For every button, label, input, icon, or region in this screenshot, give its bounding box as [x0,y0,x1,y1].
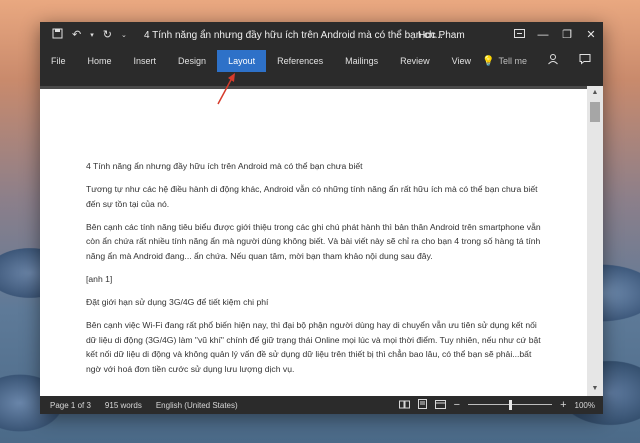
tab-mailings[interactable]: Mailings [334,50,389,72]
document-page[interactable]: 4 Tính năng ẩn nhưng đầy hữu ích trên An… [40,89,587,396]
restore-icon[interactable]: ❐ [555,22,579,48]
tab-insert[interactable]: Insert [123,50,168,72]
tab-layout[interactable]: Layout [217,50,267,72]
paragraph-2: Bên cạnh các tính năng tiêu biểu được gi… [86,221,541,261]
tab-review[interactable]: Review [389,50,441,72]
document-title: 4 Tính năng ẩn nhưng đầy hữu ích trên An… [144,30,443,41]
comment-icon[interactable] [579,53,591,68]
ribbon-tabs: File Home Insert Design Layout Reference… [40,48,603,74]
tab-view[interactable]: View [441,50,482,72]
vertical-scrollbar[interactable]: ▲ ▼ [587,86,603,396]
user-name[interactable]: Hoc Pham [418,30,465,41]
close-icon[interactable]: ✕ [579,22,603,48]
share-icon[interactable] [547,53,559,68]
word-window: ↶ ▾ ↻ ⌄ 4 Tính năng ẩn nhưng đầy hữu ích… [40,22,603,414]
ribbon-right-actions [547,53,591,68]
customize-dropdown-icon[interactable]: ▾ [90,32,94,39]
image-placeholder: [anh 1] [86,274,113,285]
save-icon[interactable] [52,28,63,42]
document-area: 4 Tính năng ẩn nhưng đầy hữu ích trên An… [40,86,603,396]
scroll-down-icon[interactable]: ▼ [587,382,603,396]
zoom-out-button[interactable]: − [454,399,460,411]
title-bar: ↶ ▾ ↻ ⌄ 4 Tính năng ẩn nhưng đầy hữu ích… [40,22,603,48]
quick-access-toolbar: ↶ ▾ ↻ ⌄ [40,28,127,42]
language-status[interactable]: English (United States) [156,401,238,410]
print-layout-icon[interactable] [417,399,427,411]
document-heading: 4 Tính năng ẩn nhưng đầy hữu ích trên An… [86,161,363,171]
minimize-icon[interactable]: — [531,22,555,48]
zoom-slider-knob[interactable] [508,400,512,410]
page-content[interactable]: 4 Tính năng ẩn nhưng đầy hữu ích trên An… [86,159,541,385]
ribbon-display-icon[interactable] [507,22,531,48]
chevron-down-icon[interactable]: ⌄ [121,32,127,39]
annotation-arrow-icon [217,73,235,105]
section-heading: Đặt giới hạn sử dụng 3G/4G để tiết kiệm … [86,297,269,308]
tab-design[interactable]: Design [167,50,217,72]
tab-file[interactable]: File [40,50,77,72]
word-count[interactable]: 915 words [105,401,142,410]
tab-home[interactable]: Home [77,50,123,72]
scroll-up-icon[interactable]: ▲ [587,86,603,100]
zoom-slider[interactable] [468,400,553,410]
undo-icon[interactable]: ↶ [72,29,81,41]
tab-references[interactable]: References [266,50,334,72]
redo-icon[interactable]: ↻ [103,29,112,41]
status-bar: Page 1 of 3 915 words English (United St… [40,396,603,414]
tell-me-label: Tell me [498,56,527,66]
web-layout-icon[interactable] [434,399,446,411]
status-right: − + 100% [398,396,595,414]
zoom-in-button[interactable]: + [560,399,566,411]
paragraph-3: Bên cạnh việc Wi-Fi đang rất phổ biến hi… [86,320,541,375]
lightbulb-icon: 💡 [482,55,495,67]
tell-me-box[interactable]: 💡 Tell me [482,56,527,67]
zoom-level[interactable]: 100% [575,401,595,410]
paragraph-1: Tương tự như các hệ điều hành di động kh… [86,184,538,209]
scroll-thumb[interactable] [590,102,600,122]
page-count[interactable]: Page 1 of 3 [50,401,91,410]
window-controls: — ❐ ✕ [507,22,603,48]
read-mode-icon[interactable] [398,400,410,411]
